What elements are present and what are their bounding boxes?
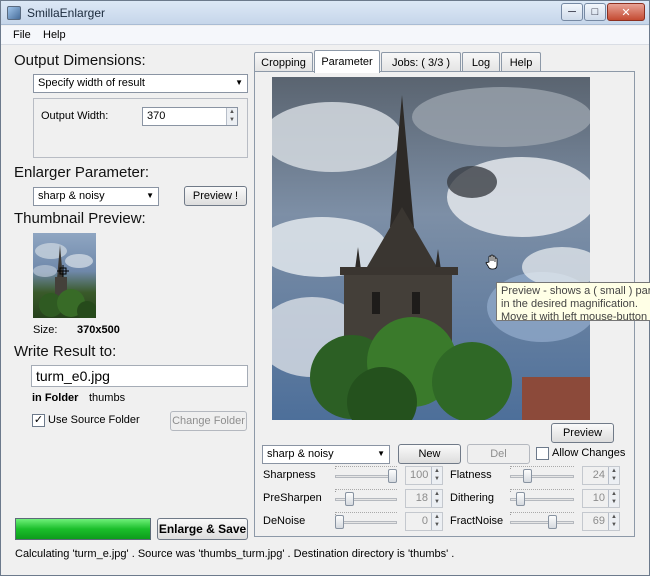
enlarger-preset-select[interactable]: sharp & noisy ▼ <box>33 187 159 206</box>
spin-arrows-icon[interactable]: ▲ ▼ <box>431 513 442 530</box>
tab-jobs[interactable]: Jobs: ( 3/3 ) <box>381 52 461 72</box>
spin-arrows-icon[interactable]: ▲ ▼ <box>431 467 442 484</box>
output-filename-value: turm_e0.jpg <box>36 368 110 384</box>
church-tower-thumbnail <box>33 243 96 318</box>
thumbnail-image[interactable] <box>33 233 96 318</box>
denoise-slider-track[interactable] <box>335 521 397 524</box>
sharpness-value: 100 <box>410 469 429 481</box>
minimize-button[interactable]: ─ <box>561 3 583 21</box>
tab-log[interactable]: Log <box>462 52 500 72</box>
presharpen-label: PreSharpen <box>263 492 322 504</box>
fractnoise-slider-track[interactable] <box>510 521 574 524</box>
size-value: 370x500 <box>77 324 120 336</box>
window-title: SmillaEnlarger <box>27 6 106 20</box>
status-bar: Calculating 'turm_e.jpg' . Source was 't… <box>15 548 455 560</box>
parameter-preset-select[interactable]: sharp & noisy ▼ <box>262 445 390 464</box>
spin-arrows-icon[interactable]: ▲ ▼ <box>431 490 442 507</box>
chevron-down-icon: ▼ <box>146 191 154 200</box>
use-source-folder-checkbox[interactable]: ✓ <box>32 414 45 427</box>
presharpen-spinbox[interactable]: 18 ▲ ▼ <box>405 489 443 508</box>
fractnoise-slider-ticks <box>510 512 574 515</box>
spin-arrows-icon[interactable]: ▲ ▼ <box>608 490 619 507</box>
presharpen-slider-handle[interactable] <box>344 492 354 506</box>
output-mode-select[interactable]: Specify width of result ▼ <box>33 74 248 93</box>
fractnoise-label: FractNoise <box>450 515 504 527</box>
presharpen-slider-ticks <box>335 489 397 492</box>
output-mode-value: Specify width of result <box>38 77 145 89</box>
denoise-slider-handle[interactable] <box>335 515 344 529</box>
write-result-title: Write Result to: <box>14 343 117 360</box>
enlarger-parameter-title: Enlarger Parameter: <box>14 164 150 181</box>
dithering-slider-handle[interactable] <box>515 492 525 506</box>
fractnoise-slider-handle[interactable] <box>547 515 557 529</box>
allow-changes-checkbox[interactable] <box>536 447 549 460</box>
presharpen-value: 18 <box>415 492 428 504</box>
change-folder-button[interactable]: Change Folder <box>170 411 247 431</box>
preview-thumbnail-button[interactable]: Preview ! <box>184 186 247 206</box>
preview-button[interactable]: Preview <box>551 423 614 443</box>
fractnoise-spinbox[interactable]: 69 ▲ ▼ <box>582 512 620 531</box>
flatness-spinbox[interactable]: 24 ▲ ▼ <box>582 466 620 485</box>
church-tower-preview <box>272 77 590 420</box>
output-width-spinbox[interactable]: 370 ▲ ▼ <box>142 107 238 126</box>
tooltip-line-2: in the desired magnification. <box>501 298 638 310</box>
flatness-label: Flatness <box>450 469 492 481</box>
fractnoise-value: 69 <box>592 515 605 527</box>
app-icon <box>7 6 21 20</box>
app-window: SmillaEnlarger ─ □ ✕ File Help Output Di… <box>0 0 650 576</box>
tab-cropping[interactable]: Cropping <box>254 52 313 72</box>
preview-tooltip: Preview - shows a ( small ) part of in t… <box>496 282 650 321</box>
tooltip-line-3: Move it with left mouse-button <box>501 311 648 321</box>
dithering-value: 10 <box>592 492 605 504</box>
menu-bar: File Help <box>1 26 649 45</box>
output-width-value: 370 <box>147 110 166 122</box>
delete-preset-button[interactable]: Del <box>467 444 530 464</box>
flatness-slider-handle[interactable] <box>523 469 533 483</box>
close-button[interactable]: ✕ <box>607 3 645 21</box>
parameter-preset-value: sharp & noisy <box>267 448 334 460</box>
output-width-group: Output Width: 370 ▲ ▼ <box>33 98 248 158</box>
enlarge-save-button[interactable]: Enlarge & Save <box>157 518 248 540</box>
output-filename-field[interactable]: turm_e0.jpg <box>31 365 248 387</box>
enlarger-preset-value: sharp & noisy <box>38 190 105 202</box>
new-preset-button[interactable]: New <box>398 444 461 464</box>
output-width-label: Output Width: <box>41 110 109 122</box>
sharpness-spinbox[interactable]: 100 ▲ ▼ <box>405 466 443 485</box>
flatness-slider-track[interactable] <box>510 475 574 478</box>
maximize-button[interactable]: □ <box>584 3 606 21</box>
chevron-down-icon: ▼ <box>377 449 385 458</box>
dithering-spinbox[interactable]: 10 ▲ ▼ <box>582 489 620 508</box>
thumbnail-preview-title: Thumbnail Preview: <box>14 210 146 227</box>
flatness-slider-ticks <box>510 466 574 469</box>
spin-arrows-icon[interactable]: ▲ ▼ <box>608 513 619 530</box>
denoise-spinbox[interactable]: 0 ▲ ▼ <box>405 512 443 531</box>
enlarged-preview-image[interactable] <box>272 77 590 420</box>
tab-parameter[interactable]: Parameter <box>314 50 380 73</box>
use-source-folder-label: Use Source Folder <box>48 414 140 426</box>
folder-value: thumbs <box>89 392 126 404</box>
sharpness-slider-handle[interactable] <box>388 469 397 483</box>
size-label: Size: <box>33 324 58 336</box>
menu-file[interactable]: File <box>13 29 31 41</box>
allow-changes-label: Allow Changes <box>552 447 626 459</box>
title-bar[interactable]: SmillaEnlarger ─ □ ✕ <box>1 1 649 25</box>
in-folder-label: in Folder <box>32 392 79 404</box>
sharpness-label: Sharpness <box>263 469 316 481</box>
tooltip-line-1: Preview - shows a ( small ) part of <box>501 285 650 297</box>
spin-arrows-icon[interactable]: ▲ ▼ <box>226 108 237 125</box>
progress-bar <box>15 518 151 540</box>
flatness-value: 24 <box>592 469 605 481</box>
chevron-down-icon: ▼ <box>235 78 243 87</box>
dithering-label: Dithering <box>450 492 495 504</box>
progress-fill <box>16 519 150 539</box>
denoise-label: DeNoise <box>263 515 306 527</box>
menu-help[interactable]: Help <box>43 29 66 41</box>
spin-arrows-icon[interactable]: ▲ ▼ <box>608 467 619 484</box>
output-dimensions-title: Output Dimensions: <box>14 52 146 69</box>
hand-cursor-icon <box>485 254 498 270</box>
denoise-slider-ticks <box>335 512 397 515</box>
tab-help[interactable]: Help <box>501 52 541 72</box>
denoise-value: 0 <box>421 515 428 527</box>
